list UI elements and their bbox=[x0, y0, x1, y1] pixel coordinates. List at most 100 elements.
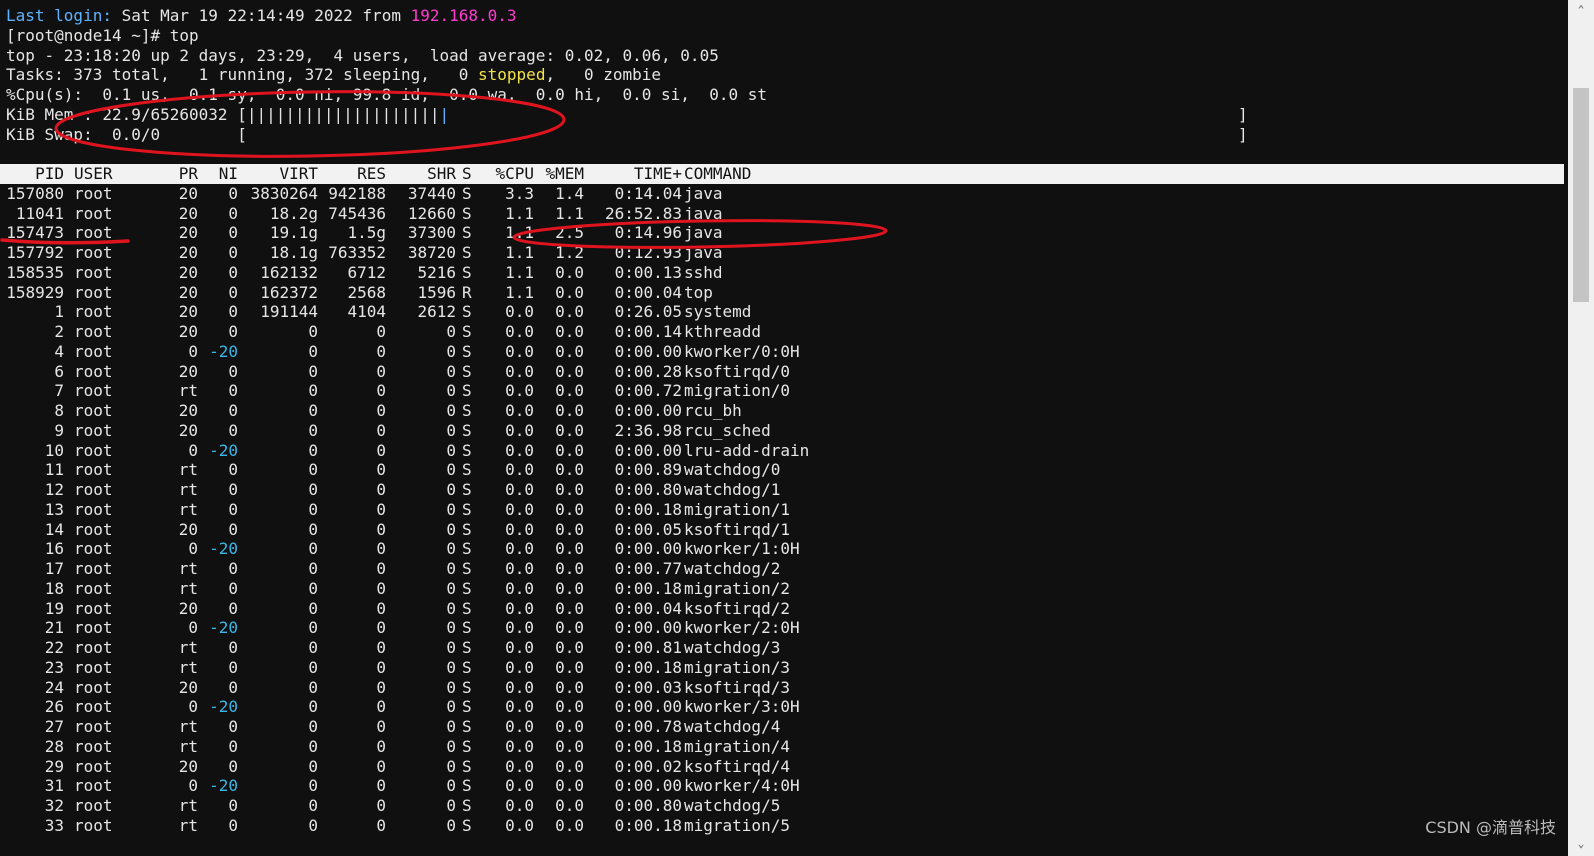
cell-res: 745436 bbox=[328, 203, 386, 223]
cell-mem: 0.0 bbox=[555, 776, 584, 796]
cell-virt: 0 bbox=[308, 559, 318, 578]
cell-time: 0:00.00 bbox=[614, 539, 682, 559]
cell-mem: 0.0 bbox=[555, 460, 584, 480]
column-header-user: USER bbox=[74, 164, 113, 183]
cell-shr: 0 bbox=[446, 796, 456, 815]
process-row: 27 root rt 0 0 0 0 S 0.0 0.0 0:00.78 watchdog/4 bbox=[6, 717, 1566, 737]
cell-command: java bbox=[684, 223, 723, 243]
cell-pid: 157080 bbox=[6, 183, 64, 203]
process-row: 17 root rt 0 0 0 0 S 0.0 0.0 0:00.77 watchdog/2 bbox=[6, 559, 1566, 579]
cell-pid: 6 bbox=[54, 361, 64, 381]
cell-res: 763352 bbox=[328, 243, 386, 262]
cell-user: root bbox=[74, 717, 113, 736]
cell-state: S bbox=[462, 322, 472, 341]
cell-pr: 0 bbox=[188, 776, 198, 796]
cell-pr: 20 bbox=[178, 420, 198, 440]
cell-mem: 0.0 bbox=[555, 717, 584, 736]
cell-pid: 9 bbox=[54, 420, 64, 440]
cell-shr: 0 bbox=[446, 776, 456, 796]
cell-cpu: 0.0 bbox=[505, 361, 534, 381]
cell-user: root bbox=[74, 341, 113, 361]
cell-res: 0 bbox=[376, 638, 386, 657]
cell-pr: 20 bbox=[178, 302, 198, 322]
cell-ni: 0 bbox=[228, 559, 238, 578]
cell-mem: 0.0 bbox=[555, 440, 584, 460]
cell-command: sshd bbox=[684, 262, 723, 282]
cell-ni: 0 bbox=[228, 302, 238, 322]
process-row: 23 root rt 0 0 0 0 S 0.0 0.0 0:00.18 migration/3 bbox=[6, 658, 1566, 678]
last-login-label: Last login: bbox=[6, 6, 112, 25]
cell-virt: 0 bbox=[308, 539, 318, 559]
cell-shr: 0 bbox=[446, 460, 456, 480]
cell-pid: 31 bbox=[44, 776, 64, 796]
cell-command: migration/0 bbox=[684, 381, 790, 401]
cell-res: 0 bbox=[376, 598, 386, 618]
cell-cpu: 0.0 bbox=[505, 697, 534, 717]
cell-time: 0:00.18 bbox=[614, 578, 682, 598]
cell-ni: 0 bbox=[228, 223, 238, 243]
cell-res: 0 bbox=[376, 381, 386, 401]
process-row: 28 root rt 0 0 0 0 S 0.0 0.0 0:00.18 migration/4 bbox=[6, 737, 1566, 757]
cell-command: java bbox=[684, 183, 723, 203]
scroll-down-icon[interactable]: ⌄ bbox=[1568, 836, 1594, 852]
cell-pid: 33 bbox=[44, 815, 64, 835]
vertical-scrollbar[interactable]: ⌃ ⌄ bbox=[1568, 0, 1594, 856]
cell-mem: 0.0 bbox=[555, 796, 584, 815]
cell-mem: 0.0 bbox=[555, 302, 584, 322]
cell-state: S bbox=[462, 717, 472, 736]
swap-line: KiB Swap: 0.0/0 [] bbox=[6, 125, 1566, 145]
cell-user: root bbox=[74, 796, 113, 815]
cell-ni: 0 bbox=[228, 736, 238, 756]
cell-pid: 18 bbox=[44, 578, 64, 598]
cell-virt: 0 bbox=[308, 598, 318, 618]
cell-virt: 0 bbox=[308, 618, 318, 638]
process-row: 11 root rt 0 0 0 0 S 0.0 0.0 0:00.89 watchdog/0 bbox=[6, 460, 1566, 480]
cell-time: 0:00.04 bbox=[614, 282, 682, 302]
cell-ni: 0 bbox=[228, 460, 238, 480]
cell-virt: 162372 bbox=[260, 282, 318, 302]
cell-state: S bbox=[462, 815, 472, 835]
cell-cpu: 0.0 bbox=[505, 499, 534, 519]
column-header-shr: SHR bbox=[427, 164, 456, 183]
scroll-up-icon[interactable]: ⌃ bbox=[1568, 2, 1594, 18]
cell-ni: 0 bbox=[228, 420, 238, 440]
cell-state: S bbox=[462, 480, 472, 499]
cell-command: migration/5 bbox=[684, 815, 790, 835]
cell-res: 0 bbox=[376, 697, 386, 717]
cell-command: kworker/1:0H bbox=[684, 539, 800, 559]
cell-ni: 0 bbox=[228, 499, 238, 519]
cell-user: root bbox=[74, 559, 113, 578]
process-row: 11041 root 20 0 18.2g 745436 12660 S 1.1 1.1 26:52… bbox=[6, 204, 1566, 224]
process-row: 31 root 0 -20 0 0 0 S 0.0 0.0 0:00.00 kworker/4:0H bbox=[6, 776, 1566, 796]
cell-pr: 20 bbox=[178, 519, 198, 539]
cell-cpu: 0.0 bbox=[505, 302, 534, 322]
cell-state: S bbox=[462, 677, 472, 697]
cell-command: watchdog/5 bbox=[684, 796, 781, 815]
cell-res: 0 bbox=[376, 756, 386, 776]
process-row: 9 root 20 0 0 0 0 S 0.0 0.0 2:36.98 rcu_sched bbox=[6, 421, 1566, 441]
cell-res: 6712 bbox=[347, 262, 386, 282]
swap-bar-end: ] bbox=[1238, 124, 1248, 144]
cell-shr: 0 bbox=[446, 697, 456, 717]
cell-pr: 20 bbox=[178, 322, 198, 341]
cell-time: 0:00.18 bbox=[614, 736, 682, 756]
cell-cpu: 0.0 bbox=[505, 598, 534, 618]
terminal-output[interactable]: Last login: Sat Mar 19 22:14:49 2022 fro… bbox=[0, 6, 1566, 836]
cell-time: 0:00.18 bbox=[614, 657, 682, 677]
cell-cpu: 0.0 bbox=[505, 657, 534, 677]
cell-shr: 0 bbox=[446, 539, 456, 559]
cell-time: 0:00.28 bbox=[614, 361, 682, 381]
cell-pid: 2 bbox=[54, 322, 64, 341]
cell-ni: -20 bbox=[209, 697, 238, 717]
cell-res: 0 bbox=[376, 401, 386, 420]
cell-pid: 12 bbox=[44, 480, 64, 499]
cell-mem: 0.0 bbox=[555, 677, 584, 697]
scrollbar-thumb[interactable] bbox=[1573, 88, 1589, 302]
cell-res: 0 bbox=[376, 578, 386, 598]
cell-cpu: 0.0 bbox=[505, 717, 534, 736]
cell-ni: 0 bbox=[228, 519, 238, 539]
cell-cpu: 0.0 bbox=[505, 480, 534, 499]
cell-state: S bbox=[462, 697, 472, 717]
cell-pid: 157473 bbox=[6, 223, 64, 243]
